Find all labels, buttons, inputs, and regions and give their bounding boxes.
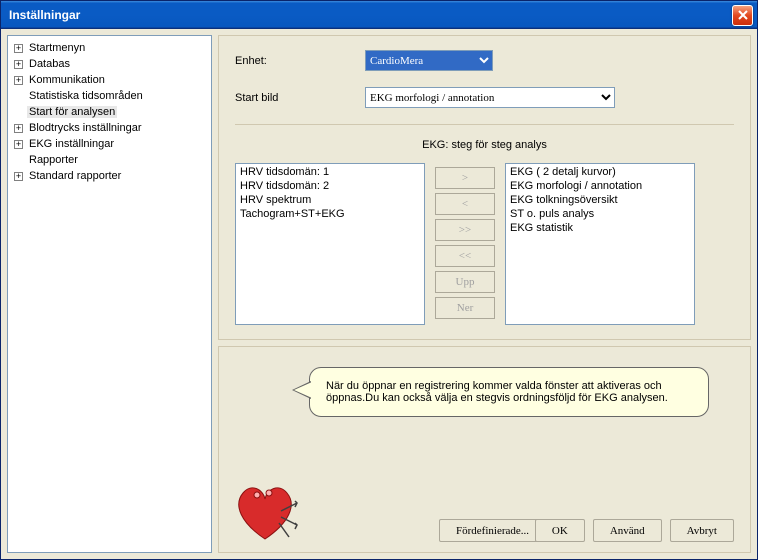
- window-title: Inställningar: [9, 8, 732, 22]
- tree-item-label: Rapporter: [27, 154, 80, 166]
- tree-item-label: Kommunikation: [27, 74, 107, 86]
- titlebar: Inställningar: [1, 1, 757, 29]
- cancel-button[interactable]: Avbryt: [670, 519, 734, 542]
- tree-item-label: Startmenyn: [27, 42, 87, 54]
- startbild-combo[interactable]: EKG morfologi / annotation: [365, 87, 615, 108]
- apply-button[interactable]: Använd: [593, 519, 662, 542]
- tree-item-label: Statistiska tidsområden: [27, 90, 145, 102]
- tree-item[interactable]: Statistiska tidsområden: [10, 88, 209, 104]
- analysis-start-panel: Enhet: CardioMera Start bild EKG morfolo…: [218, 35, 751, 340]
- expand-icon[interactable]: +: [14, 172, 23, 181]
- nav-tree[interactable]: + Startmenyn + Databas + Kommunikation Statist…: [7, 35, 212, 553]
- tree-item-label: Start för analysen: [27, 106, 117, 118]
- tree-item[interactable]: Rapporter: [10, 152, 209, 168]
- move-down-button[interactable]: Ner: [435, 297, 495, 319]
- expand-icon[interactable]: +: [14, 76, 23, 85]
- close-icon: [738, 10, 748, 20]
- list-item[interactable]: ST o. puls analys: [510, 208, 690, 222]
- tree-item[interactable]: + Kommunikation: [10, 72, 209, 88]
- expand-icon[interactable]: +: [14, 140, 23, 149]
- startbild-label: Start bild: [235, 92, 365, 104]
- list-item[interactable]: HRV spektrum: [240, 194, 420, 208]
- list-item[interactable]: EKG morfologi / annotation: [510, 180, 690, 194]
- move-up-button[interactable]: Upp: [435, 271, 495, 293]
- tree-item-label: EKG inställningar: [27, 138, 116, 150]
- heart-icon: [231, 481, 299, 546]
- close-button[interactable]: [732, 5, 753, 26]
- enhet-combo[interactable]: CardioMera: [365, 50, 493, 71]
- selected-list[interactable]: EKG ( 2 detalj kurvor)EKG morfologi / an…: [505, 163, 695, 325]
- move-all-left-button[interactable]: <<: [435, 245, 495, 267]
- tree-item-label: Standard rapporter: [27, 170, 123, 182]
- expand-icon[interactable]: +: [14, 124, 23, 133]
- tree-item[interactable]: Start för analysen: [10, 104, 209, 120]
- enhet-label: Enhet:: [235, 55, 365, 67]
- list-item[interactable]: EKG ( 2 detalj kurvor): [510, 166, 690, 180]
- tree-item[interactable]: + Startmenyn: [10, 40, 209, 56]
- help-bubble: När du öppnar en registrering kommer val…: [309, 367, 709, 417]
- list-item[interactable]: EKG tolkningsöversikt: [510, 194, 690, 208]
- section-title: EKG: steg för steg analys: [235, 135, 734, 163]
- list-item[interactable]: HRV tidsdomän: 2: [240, 180, 420, 194]
- expand-icon[interactable]: +: [14, 60, 23, 69]
- tree-item[interactable]: + Blodtrycks inställningar: [10, 120, 209, 136]
- tree-item-label: Databas: [27, 58, 72, 70]
- move-all-right-button[interactable]: >>: [435, 219, 495, 241]
- list-item[interactable]: EKG statistik: [510, 222, 690, 236]
- divider: [235, 124, 734, 125]
- list-item[interactable]: HRV tidsdomän: 1: [240, 166, 420, 180]
- move-left-button[interactable]: <: [435, 193, 495, 215]
- tree-item[interactable]: + EKG inställningar: [10, 136, 209, 152]
- help-panel: När du öppnar en registrering kommer val…: [218, 346, 751, 553]
- move-right-button[interactable]: >: [435, 167, 495, 189]
- settings-window: Inställningar + Startmenyn + Databas + Kommun…: [0, 0, 758, 560]
- help-text: När du öppnar en registrering kommer val…: [326, 380, 668, 404]
- expand-icon[interactable]: +: [14, 44, 23, 53]
- tree-item[interactable]: + Standard rapporter: [10, 168, 209, 184]
- ok-button[interactable]: OK: [535, 519, 585, 542]
- available-list[interactable]: HRV tidsdomän: 1HRV tidsdomän: 2HRV spek…: [235, 163, 425, 325]
- tree-item-label: Blodtrycks inställningar: [27, 122, 144, 134]
- predefined-button[interactable]: Fördefinierade...: [439, 519, 546, 542]
- list-item[interactable]: Tachogram+ST+EKG: [240, 208, 420, 222]
- tree-item[interactable]: + Databas: [10, 56, 209, 72]
